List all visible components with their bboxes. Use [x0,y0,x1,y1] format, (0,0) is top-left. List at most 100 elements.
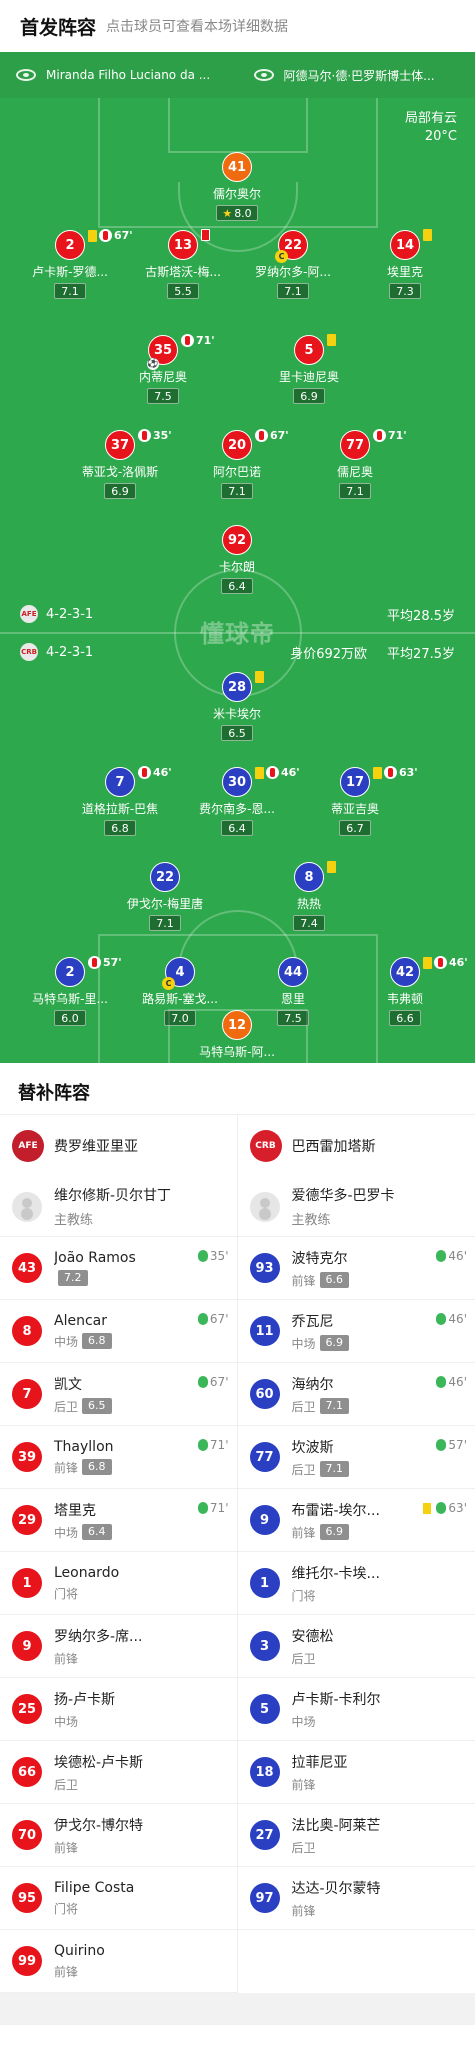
bench-player-name: 凯文 [54,1376,82,1393]
sub-in-icon [197,1313,208,1325]
player-rating: 7.1 [277,283,309,299]
player-rating: 6.6 [389,1010,421,1026]
sub-minute: 71' [388,429,407,442]
bench-player-row[interactable]: 66 埃德松-卢卡斯 后卫 [0,1741,237,1804]
player-events: 46' [423,956,468,969]
home-player[interactable]: 20 67' 阿尔巴诺 7.1 [187,429,289,499]
bench-player-name: 拉菲尼亚 [291,1754,348,1771]
away-bench: CRB 巴西雷加塔斯 爱德华多-巴罗卡 主教练 93 波特克尔 前锋 6.6 46' 11… [237,1115,475,1993]
bench-jersey-number: 77 [249,1442,280,1472]
bench-player-meta: 后卫 [292,1839,464,1856]
away-player[interactable]: 30 46' 费尔南多-恩... 6.4 [187,766,300,836]
bench-player-row[interactable]: 18 拉菲尼亚 前锋 [237,1741,475,1804]
bench-player-row[interactable]: 1 Leonardo 门将 [0,1552,237,1615]
away-player[interactable]: 2 57' 马特乌斯-里... 6.0 [20,956,122,1026]
bench-player-row[interactable]: 1 维托尔-卡埃... 门将 [237,1552,475,1615]
sub-minute: 71' [196,334,215,347]
home-player[interactable]: 13 古斯塔沃-梅... 5.5 [133,229,233,299]
away-player[interactable]: 42 46' 韦弗顿 6.6 [355,956,468,1026]
bench-player-row[interactable]: 7 凯文 后卫 6.5 67' [0,1363,237,1426]
home-player[interactable]: 37 35' 蒂亚戈-洛佩斯 6.9 [70,429,172,499]
bench-player-row[interactable]: 5 卢卡斯-卡利尔 中场 [237,1678,475,1741]
bench-player-name: 卢卡斯-卡利尔 [291,1691,381,1708]
home-player[interactable]: 41 儒尔奥尔 8.0 [187,152,287,221]
bench-player-row[interactable]: 93 波特克尔 前锋 6.6 46' [237,1237,475,1300]
bench-player-row[interactable]: 60 海纳尔 后卫 7.1 46' [237,1363,475,1426]
home-player[interactable]: 22 C 罗纳尔多-阿... 7.1 [243,230,343,299]
away-player[interactable]: 7 46' 道格拉斯-巴焦 6.8 [70,766,172,836]
bench-player-name: 达达-贝尔蒙特 [291,1880,381,1897]
bench-player-row[interactable]: 97 达达-贝尔蒙特 前锋 [237,1867,475,1930]
home-player[interactable]: 77 71' 儒尼奥 7.1 [305,429,407,499]
bench-player-row[interactable]: 11 乔瓦尼 中场 6.9 46' [237,1300,475,1363]
bench-player-row[interactable]: 9 布雷诺-埃尔... 前锋 6.9 63' [237,1489,475,1552]
yellow-card-icon [423,1502,432,1514]
subs-title: 替补阵容 [0,1063,475,1115]
away-player[interactable]: 8 热热 7.4 [259,861,359,931]
bench-player-row[interactable]: 77 坎波斯 后卫 7.1 57' [237,1426,475,1489]
goal-icon: ⚽ [147,358,159,370]
bench-jersey-number: 1 [249,1568,280,1598]
bench-player-info: 达达-贝尔蒙特 前锋 [292,1878,464,1919]
sub-out-icon [88,956,101,969]
away-player[interactable]: 22 伊戈尔-梅里唐 7.1 [115,862,215,931]
player-name: 蒂亚吉奥 [330,802,379,816]
away-player[interactable]: 28 米卡埃尔 6.5 [187,671,287,741]
player-rating: 6.5 [221,725,253,741]
lineup-hint: 点击球员可查看本场详细数据 [106,19,289,35]
bench-player-meta: 门将 [54,1900,225,1917]
bench-player-row[interactable]: 8 Alencar 中场 6.8 67' [0,1300,237,1363]
home-player[interactable]: 2 67' 卢卡斯-罗德... 7.1 [20,229,133,299]
bench-player-row[interactable]: 70 伊戈尔-博尔特 前锋 [0,1804,237,1867]
player-name: 蒂亚戈-洛佩斯 [81,465,159,479]
away-coach[interactable]: 爱德华多-巴罗卡 主教练 [237,1177,475,1237]
bench-player-row[interactable]: 43 João Ramos 7.2 35' [0,1237,237,1300]
jersey-number: 7 46' [105,766,172,797]
player-events: 71' [181,334,215,347]
bench-player-info: Quirino 前锋 [54,1943,225,1980]
bench-jersey-number: 25 [12,1694,42,1724]
home-team-header[interactable]: AFE 费罗维亚里亚 [0,1115,237,1177]
away-player[interactable]: 12马特乌斯-阿...6.5 [187,1010,287,1063]
bench-player-position: 门将 [54,1901,79,1916]
home-player[interactable]: 92 卡尔朗 6.4 [187,525,287,594]
sub-in-indicator: 57' [436,1438,467,1452]
jersey-number: 41 [222,152,252,182]
home-coach[interactable]: 维尔修斯-贝尔甘丁 主教练 [0,1177,237,1237]
bench-player-position: 前锋 [291,1903,316,1918]
player-rating: 6.8 [104,820,136,836]
home-player[interactable]: 14 埃里克 7.3 [355,229,455,299]
home-coach-name: 维尔修斯-贝尔甘丁 [54,1188,172,1204]
player-rating: 6.9 [104,483,136,499]
player-events: 67' [255,429,289,442]
player-rating: 7.5 [147,388,179,404]
home-bench: AFE 费罗维亚里亚 维尔修斯-贝尔甘丁 主教练 43 João Ramos 7.2… [0,1115,238,1993]
bench-player-row[interactable]: 29 塔里克 中场 6.4 71' [0,1489,237,1552]
sub-out-icon [255,429,268,442]
yellow-card-icon [327,861,336,873]
jersey-number: 30 46' [222,766,300,797]
away-team-name: 巴西雷加塔斯 [291,1139,376,1155]
captain-icon: C [275,250,288,263]
player-name: 热热 [296,897,321,911]
bench-player-name: Quirino [54,1942,105,1959]
away-team-header[interactable]: CRB 巴西雷加塔斯 [238,1115,475,1177]
bench-player-row[interactable]: 25 扬-卢卡斯 中场 [0,1678,237,1741]
bench-player-info: 拉菲尼亚 前锋 [292,1752,464,1793]
home-player[interactable]: 5 里卡迪尼奥 6.9 [259,334,359,404]
player-name: 里卡迪尼奥 [278,370,339,384]
bench-player-row[interactable]: 95 Filipe Costa 门将 [0,1867,237,1930]
bench-player-row[interactable]: 99 Quirino 前锋 [0,1930,237,1993]
bench-player-row[interactable]: 39 Thayllon 前锋 6.8 71' [0,1426,237,1489]
bench-player-row[interactable]: 27 法比奥-阿莱芒 后卫 [237,1804,475,1867]
bench-player-position: 后卫 [54,1399,79,1414]
jersey-number: 2 57' [55,956,122,987]
home-player[interactable]: 35 71' ⚽ 内蒂尼奥 7.5 [113,334,215,404]
bench-player-name: Leonardo [54,1564,120,1581]
away-crest-icon: CRB [249,1130,282,1162]
bench-player-row[interactable]: 9 罗纳尔多-席... 前锋 [0,1615,237,1678]
bench-jersey-number: 9 [249,1505,280,1535]
jersey-number: 4C [162,957,195,990]
bench-player-row[interactable]: 3 安德松 后卫 [237,1615,475,1678]
away-player[interactable]: 17 63' 蒂亚吉奥 6.7 [305,766,418,836]
